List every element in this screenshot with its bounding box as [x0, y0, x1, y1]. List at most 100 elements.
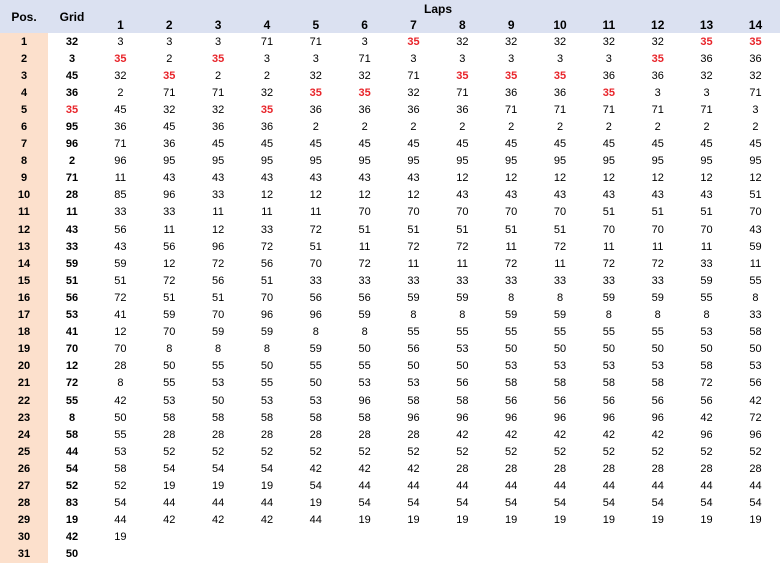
grid-cell: 71	[65, 172, 79, 185]
lap-cell: 45	[651, 138, 664, 151]
lap-cell: 71	[553, 103, 567, 116]
lap-cell: 35	[309, 86, 322, 99]
table-row: 1 32 3 3 3 71 71 3 35 32 32 32 32 32 35 35	[0, 33, 780, 51]
grid-cell: 28	[65, 189, 79, 202]
lap-cell: 96	[163, 189, 176, 202]
position-cell: 9	[0, 169, 48, 187]
lap-cell: 50	[553, 343, 567, 356]
table-row: 12 43 56 11 12 33 72 51 51 51 51 51 70 70 70 43	[0, 221, 780, 239]
lap-cell: 44	[505, 479, 518, 492]
position-cell: 14	[0, 255, 48, 273]
lap-cell	[194, 529, 243, 546]
lap-cell: 11	[554, 257, 566, 270]
lap-cell: 43	[211, 172, 225, 185]
position-cell: 3	[0, 67, 48, 85]
lap-cell	[291, 546, 340, 563]
lap-cell: 95	[309, 155, 322, 168]
lap-cell: 96	[358, 394, 371, 407]
lap-cell	[438, 529, 487, 546]
position-cell: 25	[0, 443, 48, 461]
lap-cell: 35	[163, 69, 176, 82]
lap-cell: 45	[260, 138, 274, 151]
lap-cell: 52	[309, 445, 322, 458]
lap-number-header: 2	[144, 17, 194, 33]
lap-cell: 71	[407, 69, 420, 82]
lap-cell: 51	[456, 223, 469, 236]
lap-cell: 71	[700, 103, 713, 116]
lap-cell: 56	[505, 394, 518, 407]
lap-cell: 96	[260, 309, 274, 322]
lap-cell: 72	[260, 240, 274, 253]
grid-cell: 2	[68, 155, 76, 168]
lap-cell: 70	[553, 206, 567, 219]
lap-cell: 8	[605, 309, 612, 322]
lap-cell: 8	[166, 343, 173, 356]
grid-cell: 36	[65, 86, 79, 99]
lap-cell: 3	[752, 103, 759, 116]
lap-cell: 59	[358, 309, 371, 322]
lap-cell: 33	[456, 274, 469, 287]
lap-cell: 44	[358, 479, 371, 492]
lap-cell: 72	[553, 240, 567, 253]
table-row: 14 59 59 12 72 56 70 72 11 11 72 11 72 72 33 11	[0, 255, 780, 273]
table-row: 27 52 52 19 19 19 54 44 44 44 44 44 44 44 44 44	[0, 477, 780, 495]
lap-cell: 35	[553, 69, 567, 82]
lap-cell: 8	[263, 343, 271, 356]
lap-cell: 56	[211, 274, 225, 287]
lap-cell: 8	[410, 309, 417, 322]
lap-cell: 11	[700, 240, 713, 253]
lap-cell: 56	[749, 377, 762, 390]
lap-cell: 59	[700, 274, 713, 287]
lap-cell: 32	[358, 69, 371, 82]
table-row: 25 44 53 52 52 52 52 52 52 52 52 52 52 52 52 52	[0, 443, 780, 461]
lap-cell: 12	[407, 189, 420, 202]
lap-cell: 43	[309, 172, 322, 185]
lap-cell: 45	[309, 138, 322, 151]
lap-cell: 55	[163, 377, 176, 390]
lap-cell: 19	[309, 497, 322, 510]
lap-cell: 3	[166, 35, 173, 48]
lap-cell: 42	[749, 394, 762, 407]
lap-cell: 35	[114, 52, 127, 65]
lap-cell: 43	[114, 240, 127, 253]
lap-cell: 12	[358, 189, 371, 202]
lap-cell: 3	[312, 52, 319, 65]
lap-cell: 50	[651, 343, 664, 356]
lap-cell: 45	[163, 121, 176, 134]
grid-cell: 83	[65, 497, 79, 510]
lap-cell: 52	[651, 445, 664, 458]
lap-cell: 54	[211, 462, 225, 475]
lap-cell: 72	[749, 411, 762, 424]
lap-cell: 54	[651, 497, 664, 510]
lap-cell	[291, 529, 340, 546]
grid-cell: 3	[68, 52, 76, 65]
lap-cell: 45	[211, 138, 225, 151]
lap-number-header: 10	[535, 17, 585, 33]
lap-cell: 28	[358, 428, 371, 441]
lap-cell: 96	[553, 411, 567, 424]
table-row: 29 19 44 42 42 42 44 19 19 19 19 19 19 19 19 19	[0, 511, 780, 529]
lap-cell: 42	[211, 514, 225, 527]
lap-cell: 19	[358, 514, 371, 527]
lap-cell: 2	[654, 121, 661, 134]
lap-cell	[145, 546, 194, 563]
lap-cell	[389, 546, 438, 563]
table-row: 9 71 11 43 43 43 43 43 43 12 12 12 12 12 12 12	[0, 169, 780, 187]
lap-cell: 51	[309, 240, 322, 253]
lap-cell: 50	[602, 343, 615, 356]
lap-cell: 53	[456, 343, 469, 356]
lap-cell: 36	[553, 86, 567, 99]
lap-cell: 8	[215, 343, 222, 356]
lap-cell: 19	[749, 514, 762, 527]
lap-cell: 50	[749, 343, 762, 356]
lap-cell: 71	[309, 35, 322, 48]
lap-cell: 53	[407, 377, 420, 390]
lap-cell: 19	[553, 514, 567, 527]
lap-cell	[389, 529, 438, 546]
lap-cell: 36	[114, 121, 127, 134]
grid-cell: 43	[65, 223, 79, 236]
lap-cell: 95	[211, 155, 225, 168]
lap-cell	[487, 546, 536, 563]
lap-cell: 11	[651, 240, 664, 253]
table-row: 17 53 41 59 70 96 96 59 8 8 59 59 8 8 8 33	[0, 306, 780, 324]
